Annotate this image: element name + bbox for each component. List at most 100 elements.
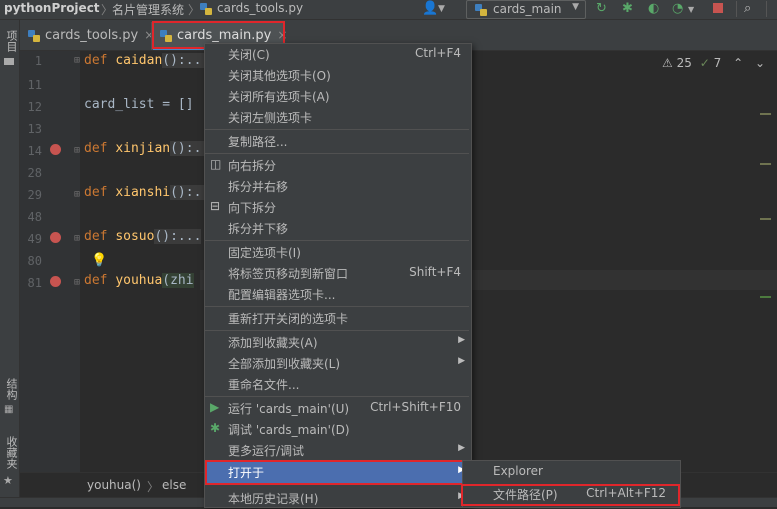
code-line[interactable]: card_list = [] — [84, 97, 194, 112]
highlight-box-open-in — [205, 460, 469, 485]
line-number: 14 — [27, 144, 42, 158]
menu-separator — [205, 240, 469, 241]
code-line[interactable]: def caidan():... — [84, 53, 210, 68]
submenu-arrow-icon: ▶ — [458, 356, 465, 366]
breadcrumb-separator-icon: 〉 — [188, 3, 201, 17]
lightbulb-icon[interactable]: 💡 — [91, 253, 107, 268]
debug-bug-icon[interactable]: ✱ — [622, 1, 633, 16]
project-tool-button[interactable]: 项目 — [3, 30, 19, 52]
breadcrumb-folder[interactable]: 名片管理系统 — [112, 1, 184, 18]
chevron-up-icon[interactable]: ⌃ — [733, 56, 743, 70]
breadcrumb-separator-icon: 〉 — [147, 480, 160, 494]
profile-icon[interactable]: ◔ — [672, 1, 683, 16]
line-number: 80 — [27, 254, 42, 268]
line-number: 81 — [27, 276, 42, 290]
python-file-icon — [28, 29, 40, 42]
menu-separator — [205, 129, 469, 130]
folder-icon — [4, 58, 14, 65]
highlight-box-file-path — [461, 484, 680, 506]
user-dropdown-icon[interactable]: ▼ — [438, 4, 445, 14]
submenu-arrow-icon: ▶ — [458, 335, 465, 345]
breakpoint-icon[interactable] — [50, 144, 61, 155]
rerun-icon[interactable]: ↻ — [596, 1, 607, 16]
tab-cards-tools[interactable]: cards_tools.py × — [28, 20, 154, 50]
breadcrumb-function[interactable]: youhua() — [87, 478, 141, 492]
menu-separator — [205, 153, 469, 154]
menu-item-add-favorites[interactable]: 添加到收藏夹(A) ▶ — [205, 332, 469, 353]
scroll-marker[interactable] — [760, 113, 771, 115]
line-number: 12 — [27, 100, 42, 114]
scroll-marker[interactable] — [760, 163, 771, 165]
menu-separator — [205, 306, 469, 307]
coverage-icon[interactable]: ◐ — [648, 1, 659, 16]
python-file-icon — [200, 2, 212, 15]
debug-bug-icon: ✱ — [210, 421, 221, 435]
warning-icon: ⚠ — [662, 56, 673, 70]
line-number: 11 — [27, 78, 42, 92]
more-run-dropdown-icon[interactable]: ▼ — [688, 5, 694, 14]
fold-marker-icon[interactable]: ⊞ — [74, 233, 82, 244]
scroll-marker[interactable] — [760, 218, 771, 220]
search-icon[interactable]: ⌕ — [744, 1, 751, 16]
run-configuration-select[interactable]: cards_main ▼ — [466, 0, 586, 19]
favorites-tool-button[interactable]: 收藏夹 — [3, 436, 19, 469]
chevron-down-icon[interactable]: ⌄ — [755, 56, 765, 70]
line-number: 1 — [34, 54, 42, 68]
fold-marker-icon[interactable]: ⊞ — [74, 145, 82, 156]
run-play-icon: ▶ — [210, 400, 220, 414]
python-file-icon — [475, 4, 487, 16]
line-number: 29 — [27, 188, 42, 202]
menu-item-run[interactable]: ▶ 运行 'cards_main'(U) Ctrl+Shift+F10 — [205, 398, 469, 419]
menu-item-add-all-favorites[interactable]: 全部添加到收藏夹(L) ▶ — [205, 353, 469, 374]
menu-item-rename-file[interactable]: 重命名文件... — [205, 374, 469, 395]
menu-item-close-others[interactable]: 关闭其他选项卡(O) — [205, 65, 469, 86]
menu-separator — [205, 396, 469, 397]
chevron-down-icon: ▼ — [572, 2, 579, 12]
scroll-marker[interactable] — [760, 296, 771, 298]
fold-marker-icon[interactable]: ⊞ — [74, 55, 82, 66]
menu-item-close-all[interactable]: 关闭所有选项卡(A) — [205, 86, 469, 107]
menu-item-config-tabs[interactable]: 配置编辑器选项卡... — [205, 284, 469, 305]
menu-item-split-right[interactable]: ◫ 向右拆分 — [205, 155, 469, 176]
stop-icon[interactable] — [713, 3, 723, 13]
breadcrumb-file[interactable]: cards_tools.py — [200, 1, 303, 15]
menu-item-move-new-window[interactable]: 将标签页移动到新窗口 Shift+F4 — [205, 263, 469, 284]
breakpoint-icon[interactable] — [50, 232, 61, 243]
menu-item-close[interactable]: 关闭(C) Ctrl+F4 — [205, 44, 469, 65]
code-line[interactable]: def xianshi():... — [84, 185, 218, 200]
line-number: 48 — [27, 210, 42, 224]
menu-item-split-move-right[interactable]: 拆分并右移 — [205, 176, 469, 197]
toolbar-divider — [736, 1, 737, 17]
menu-separator — [205, 330, 469, 331]
submenu-item-explorer[interactable]: Explorer — [463, 462, 678, 483]
fold-marker-icon[interactable]: ⊞ — [74, 189, 82, 200]
submenu-arrow-icon: ▶ — [458, 443, 465, 453]
menu-item-more-run[interactable]: 更多运行/调试 ▶ — [205, 440, 469, 461]
menu-item-reopen-closed[interactable]: 重新打开关闭的选项卡 — [205, 308, 469, 329]
structure-icon: ▦ — [4, 404, 14, 415]
code-line[interactable]: def youhua(zhi — [84, 273, 194, 288]
breadcrumb-branch[interactable]: else — [162, 478, 186, 492]
menu-item-close-left[interactable]: 关闭左侧选项卡 — [205, 107, 469, 128]
menu-item-copy-path[interactable]: 复制路径... — [205, 131, 469, 152]
line-number: 49 — [27, 232, 42, 246]
menu-item-pin-tab[interactable]: 固定选项卡(I) — [205, 242, 469, 263]
line-number: 28 — [27, 166, 42, 180]
code-line[interactable]: def xinjian():... — [84, 141, 218, 156]
weak-warning-icon: ✓ — [699, 56, 710, 70]
inspection-widget[interactable]: ⚠ 25 ✓ 7 ⌃ ⌄ — [662, 56, 765, 70]
left-tool-strip — [0, 20, 20, 506]
structure-tool-button[interactable]: 结构 — [3, 378, 19, 400]
split-horizontal-icon: ⊟ — [210, 199, 221, 213]
breakpoint-icon[interactable] — [50, 276, 61, 287]
code-line[interactable]: def sosuo():... — [84, 229, 202, 244]
user-icon[interactable]: 👤 — [422, 1, 438, 16]
star-icon: ★ — [3, 474, 13, 487]
menu-item-split-down[interactable]: ⊟ 向下拆分 — [205, 197, 469, 218]
breadcrumb-project[interactable]: pythonProject — [4, 1, 100, 15]
fold-marker-icon[interactable]: ⊞ — [74, 277, 82, 288]
menu-item-split-move-down[interactable]: 拆分并下移 — [205, 218, 469, 239]
menu-item-debug[interactable]: ✱ 调试 'cards_main'(D) — [205, 419, 469, 440]
line-number: 13 — [27, 122, 42, 136]
toolbar-divider — [766, 1, 767, 17]
